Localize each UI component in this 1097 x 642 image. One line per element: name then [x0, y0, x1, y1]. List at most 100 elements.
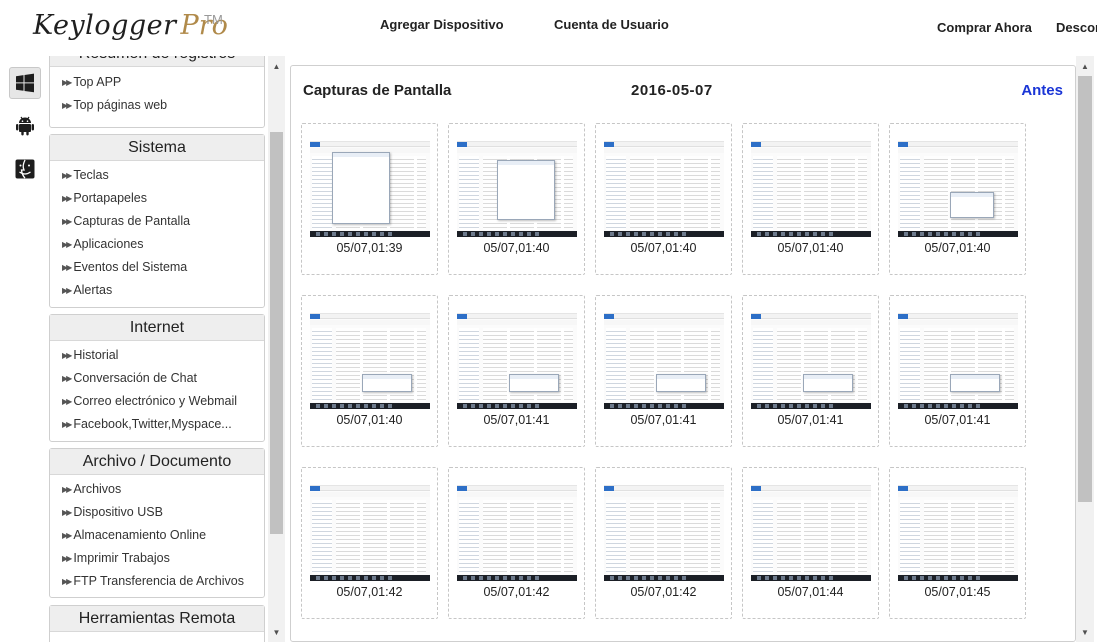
screenshot-image [604, 485, 724, 581]
screenshot-timestamp: 05/07,01:44 [777, 585, 844, 599]
screenshot-thumbnail[interactable]: 05/07,01:42 [301, 467, 438, 619]
screenshot-image [898, 313, 1018, 409]
sidebar-item-social[interactable]: ▶▶ Facebook,Twitter,Myspace... [50, 413, 264, 436]
sidebar-item-label: Conversación de Chat [73, 371, 197, 385]
panel-remote-title: Herramientas Remota [50, 606, 264, 632]
sidebar-item-label: FTP Transferencia de Archivos [73, 574, 244, 588]
screenshot-thumbnail[interactable]: 05/07,01:40 [301, 295, 438, 447]
previous-day-link[interactable]: Antes [1021, 82, 1063, 99]
sidebar-item-teclas[interactable]: ▶▶ Teclas [50, 164, 264, 187]
screenshot-thumbnail[interactable]: 05/07,01:40 [742, 123, 879, 275]
panel-remote: Herramientas Remota [49, 605, 265, 642]
sidebar-item-top-app[interactable]: ▶▶ Top APP [50, 71, 264, 94]
screenshot-thumbnail[interactable]: 05/07,01:41 [595, 295, 732, 447]
screenshot-thumbnail[interactable]: 05/07,01:42 [595, 467, 732, 619]
scroll-down-arrow-icon[interactable]: ▼ [1076, 624, 1094, 641]
screenshot-thumbnail[interactable]: 05/07,01:44 [742, 467, 879, 619]
panel-archivo-title: Archivo / Documento [50, 449, 264, 475]
sidebar-scrollbar[interactable]: ▲ ▼ [268, 56, 285, 642]
windows-icon[interactable] [9, 67, 41, 99]
sidebar-item-usb[interactable]: ▶▶ Dispositivo USB [50, 501, 264, 524]
app-logo[interactable]: Keylogger Pro TM [33, 10, 228, 50]
sidebar-item-chat[interactable]: ▶▶ Conversación de Chat [50, 367, 264, 390]
double-arrow-icon: ▶▶ [62, 351, 72, 360]
screenshot-timestamp: 05/07,01:41 [924, 413, 991, 427]
mac-icon[interactable] [9, 153, 41, 185]
page-scrollbar-thumb[interactable] [1078, 76, 1092, 502]
sidebar-item-online-storage[interactable]: ▶▶ Almacenamiento Online [50, 524, 264, 547]
double-arrow-icon: ▶▶ [62, 101, 72, 110]
sidebar-item-email[interactable]: ▶▶ Correo electrónico y Webmail [50, 390, 264, 413]
double-arrow-icon: ▶▶ [62, 217, 72, 226]
screenshot-image [751, 141, 871, 237]
panel-internet: Internet ▶▶ Historial ▶▶ Conversación de C… [49, 314, 265, 442]
logo-main-text: Keylogger [33, 10, 177, 41]
screenshot-timestamp: 05/07,01:41 [777, 413, 844, 427]
sidebar-item-label: Archivos [73, 482, 122, 496]
sidebar-item-label: Correo electrónico y Webmail [73, 394, 238, 408]
sidebar-item-archivos[interactable]: ▶▶ Archivos [50, 478, 264, 501]
sidebar-item-label: Top páginas web [73, 98, 168, 112]
sidebar-item-ftp[interactable]: ▶▶ FTP Transferencia de Archivos [50, 570, 264, 593]
sidebar-item-aplicaciones[interactable]: ▶▶ Aplicaciones [50, 233, 264, 256]
screenshot-image [751, 485, 871, 581]
double-arrow-icon: ▶▶ [62, 263, 72, 272]
double-arrow-icon: ▶▶ [62, 286, 72, 295]
screenshot-thumbnail[interactable]: 05/07,01:41 [448, 295, 585, 447]
screenshot-thumbnail[interactable]: 05/07,01:45 [889, 467, 1026, 619]
sidebar-item-portapapeles[interactable]: ▶▶ Portapapeles [50, 187, 264, 210]
double-arrow-icon: ▶▶ [62, 485, 72, 494]
double-arrow-icon: ▶▶ [62, 531, 72, 540]
sidebar-item-label: Aplicaciones [73, 237, 144, 251]
sidebar-item-label: Imprimir Trabajos [73, 551, 170, 565]
sidebar-item-label: Dispositivo USB [73, 505, 163, 519]
panel-internet-title: Internet [50, 315, 264, 341]
scroll-down-arrow-icon[interactable]: ▼ [268, 624, 285, 641]
screenshot-thumbnail[interactable]: 05/07,01:40 [889, 123, 1026, 275]
scroll-up-arrow-icon[interactable]: ▲ [268, 58, 285, 75]
sidebar-item-print-jobs[interactable]: ▶▶ Imprimir Trabajos [50, 547, 264, 570]
nav-user-account[interactable]: Cuenta de Usuario [554, 17, 669, 32]
android-icon[interactable] [9, 110, 41, 142]
panel-archivo: Archivo / Documento ▶▶ Archivos ▶▶ Disposi… [49, 448, 265, 598]
sidebar-item-eventos[interactable]: ▶▶ Eventos del Sistema [50, 256, 264, 279]
scroll-up-arrow-icon[interactable]: ▲ [1076, 58, 1094, 75]
double-arrow-icon: ▶▶ [62, 420, 72, 429]
os-selector [0, 56, 46, 642]
screenshot-thumbnail[interactable]: 05/07,01:41 [742, 295, 879, 447]
double-arrow-icon: ▶▶ [62, 374, 72, 383]
sidebar-item-top-web[interactable]: ▶▶ Top páginas web [50, 94, 264, 117]
screenshot-thumbnail[interactable]: 05/07,01:42 [448, 467, 585, 619]
screenshot-image [457, 485, 577, 581]
sidebar-item-capturas[interactable]: ▶▶ Capturas de Pantalla [50, 210, 264, 233]
sidebar-item-label: Alertas [73, 283, 113, 297]
sidebar-item-label: Top APP [73, 75, 122, 89]
double-arrow-icon: ▶▶ [62, 194, 72, 203]
screenshot-thumbnail[interactable]: 05/07,01:41 [889, 295, 1026, 447]
panel-sistema-title: Sistema [50, 135, 264, 161]
nav-download[interactable]: Descor [1056, 20, 1097, 35]
double-arrow-icon: ▶▶ [62, 397, 72, 406]
screenshot-timestamp: 05/07,01:42 [630, 585, 697, 599]
screenshot-image [898, 141, 1018, 237]
nav-buy-now[interactable]: Comprar Ahora [937, 20, 1032, 35]
sidebar-item-historial[interactable]: ▶▶ Historial [50, 344, 264, 367]
screenshot-thumbnail[interactable]: 05/07,01:40 [595, 123, 732, 275]
current-date: 2016-05-07 [631, 82, 713, 99]
screenshot-timestamp: 05/07,01:41 [483, 413, 550, 427]
sidebar-item-label: Teclas [73, 168, 109, 182]
sidebar-item-label: Portapapeles [73, 191, 147, 205]
nav-add-device[interactable]: Agregar Dispositivo [380, 17, 504, 32]
sidebar-item-alertas[interactable]: ▶▶ Alertas [50, 279, 264, 302]
sidebar-scroll-area: Resumen de registros ▶▶Top APP ▶▶Top pág… [46, 56, 268, 642]
top-bar: Keylogger Pro TM Agregar Dispositivo Cuen… [0, 0, 1097, 56]
panel-sistema: Sistema ▶▶ Teclas ▶▶ Portapapeles ▶▶ Captur… [49, 134, 265, 308]
screenshot-thumbnail[interactable]: 05/07,01:40 [448, 123, 585, 275]
screenshots-panel: Capturas de Pantalla 2016-05-07 Antes 05… [290, 65, 1076, 642]
screenshot-thumbnail[interactable]: 05/07,01:39 [301, 123, 438, 275]
screenshot-timestamp: 05/07,01:42 [336, 585, 403, 599]
sidebar-scrollbar-thumb[interactable] [270, 132, 283, 534]
screenshot-timestamp: 05/07,01:40 [483, 241, 550, 255]
page-title: Capturas de Pantalla [303, 82, 452, 99]
page-scrollbar[interactable]: ▲ ▼ [1076, 56, 1094, 642]
